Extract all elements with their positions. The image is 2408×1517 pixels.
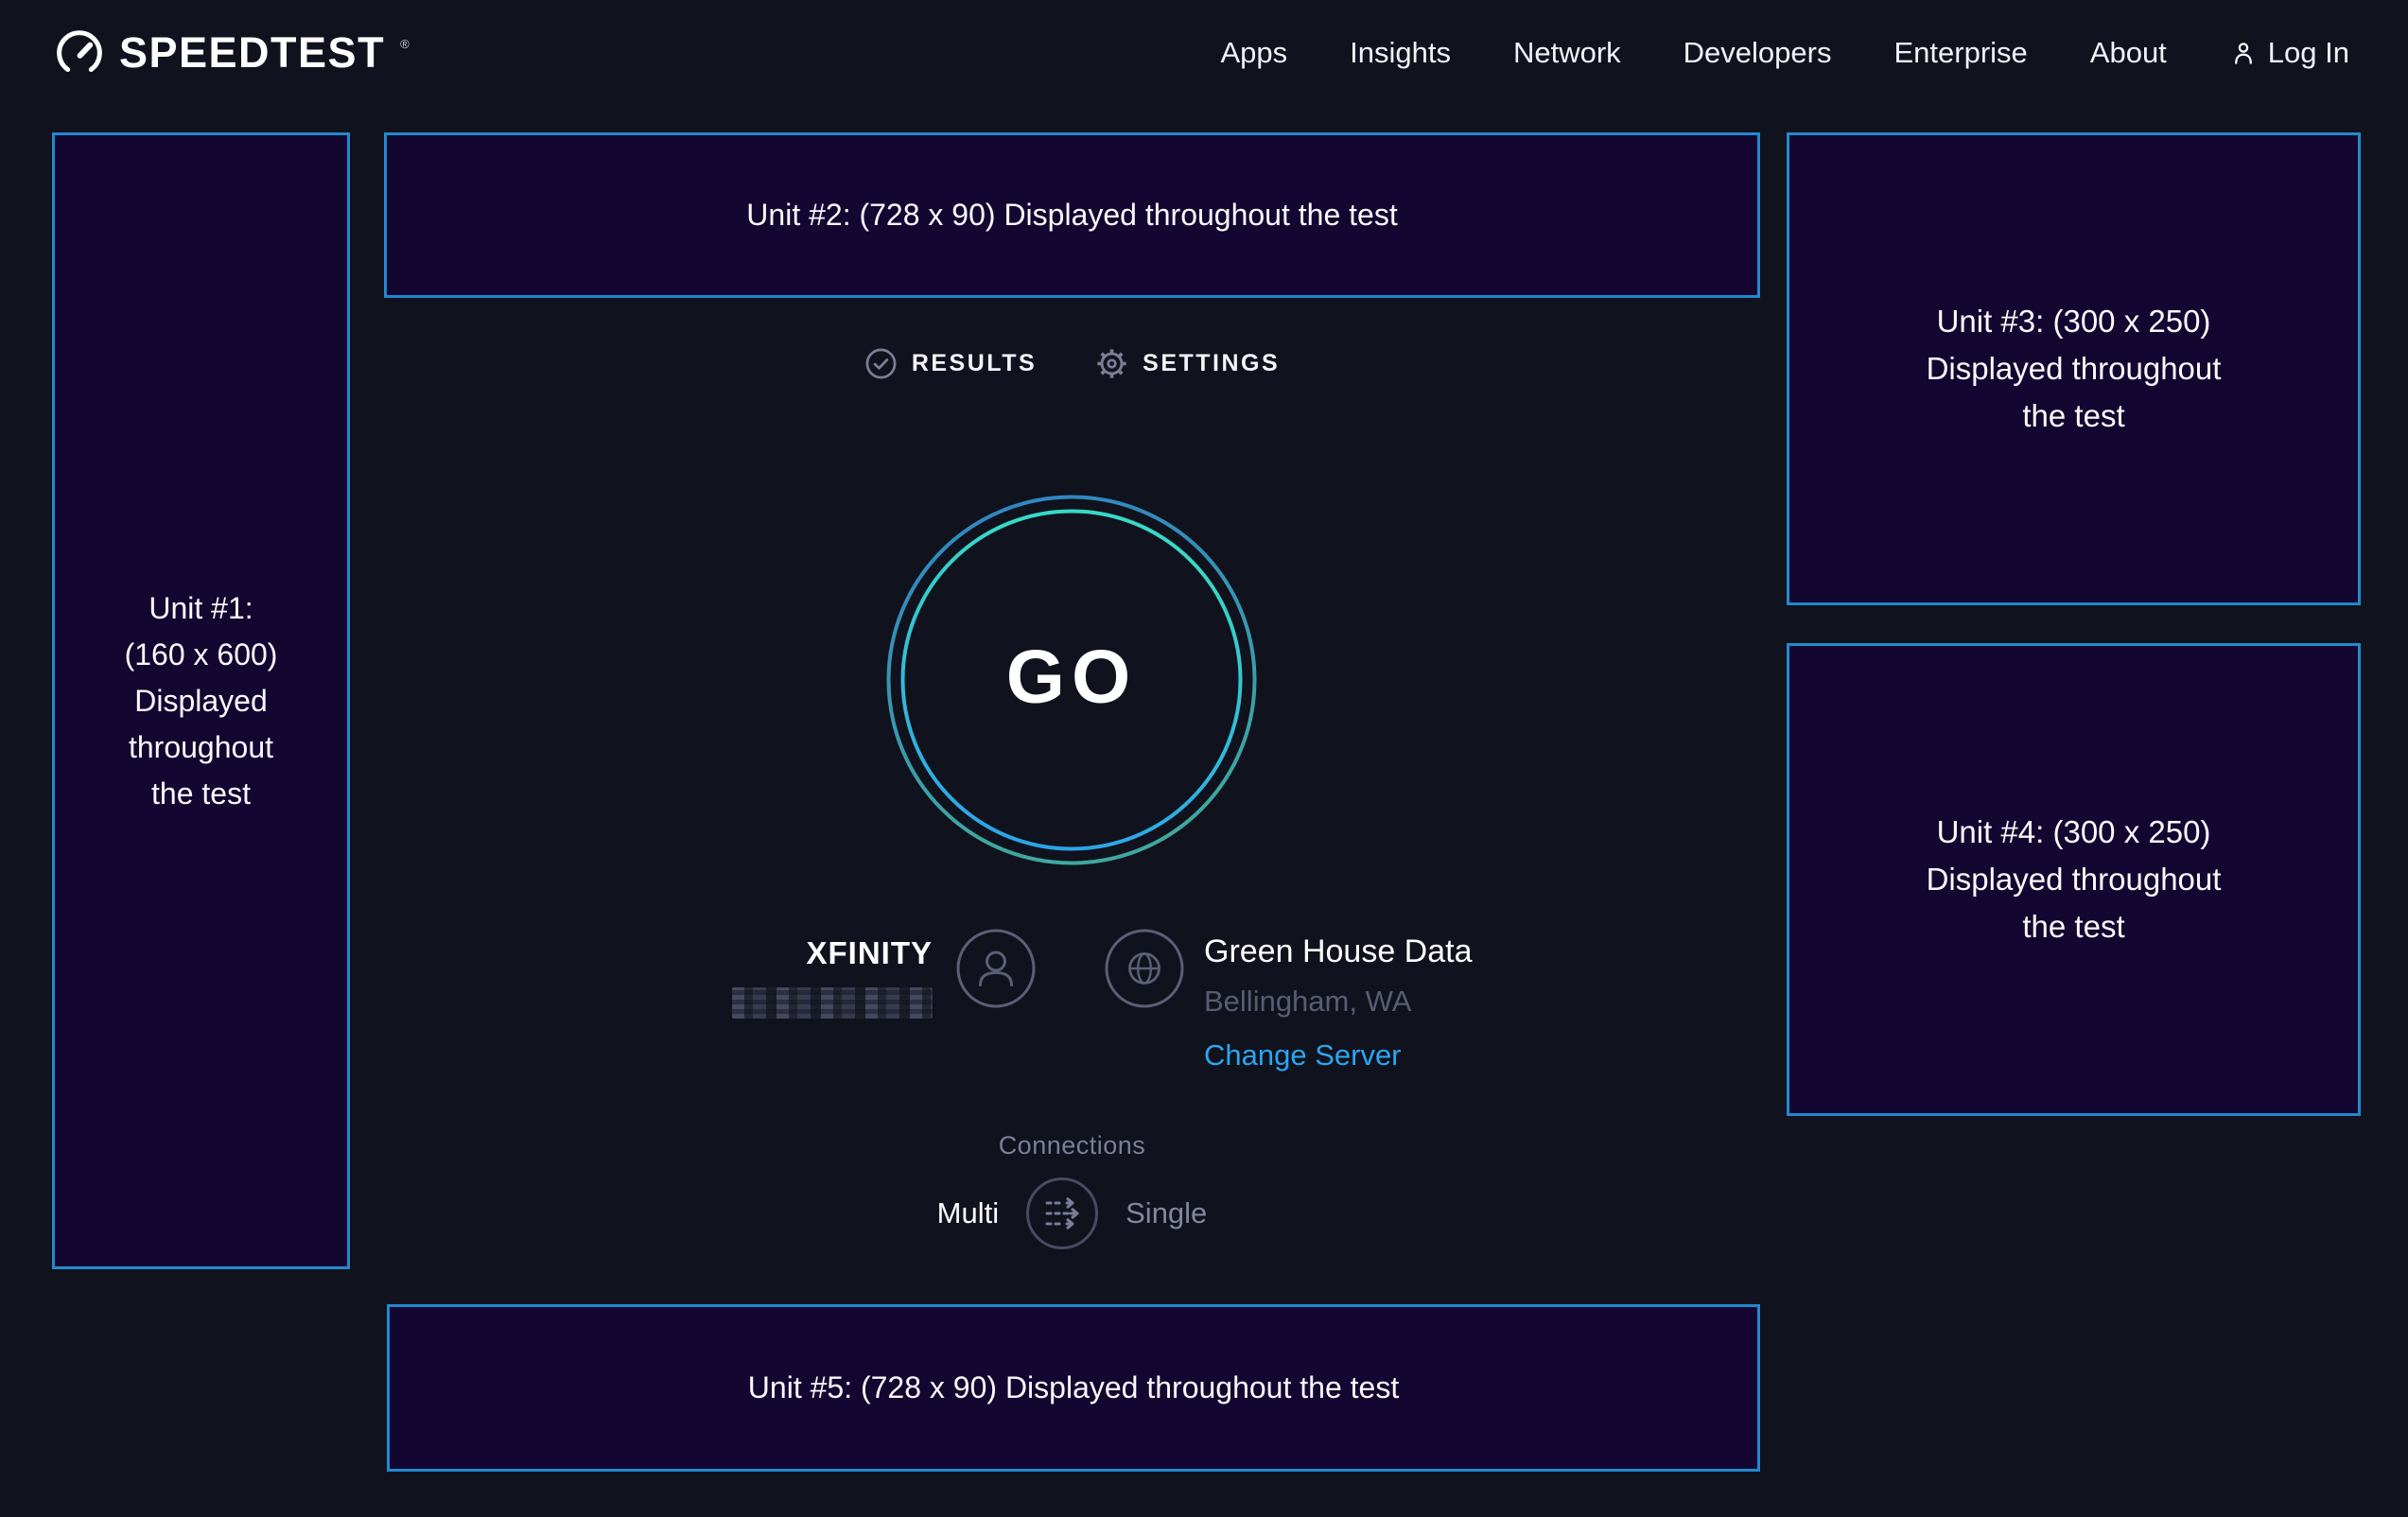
- tabs-row: RESULTS SETTINGS: [384, 347, 1760, 380]
- ad-unit-3[interactable]: Unit #3: (300 x 250) Displayed throughou…: [1787, 132, 2361, 605]
- nav-enterprise[interactable]: Enterprise: [1893, 36, 2027, 70]
- speedtest-page: SPEEDTEST ® Apps Insights Network Develo…: [0, 0, 2408, 1517]
- nav-about[interactable]: About: [2090, 36, 2167, 70]
- ad-text: Unit #5: (728 x 90) Displayed throughout…: [748, 1365, 1399, 1411]
- gear-icon: [1095, 347, 1128, 380]
- user-icon: [2229, 39, 2258, 67]
- nav-login[interactable]: Log In: [2229, 36, 2349, 70]
- server-globe-icon: [1104, 928, 1185, 1009]
- header: SPEEDTEST ® Apps Insights Network Develo…: [0, 0, 2408, 106]
- tab-results[interactable]: RESULTS: [864, 347, 1037, 380]
- go-button[interactable]: GO: [886, 495, 1257, 865]
- ad-text: throughout: [129, 724, 273, 771]
- server-block: Green House Data Bellingham, WA Change S…: [1104, 928, 1473, 1072]
- ad-text: the test: [151, 771, 251, 817]
- speedtest-logo[interactable]: SPEEDTEST ®: [54, 27, 410, 78]
- main-nav: Apps Insights Network Developers Enterpr…: [1220, 36, 2349, 70]
- login-label: Log In: [2268, 36, 2349, 70]
- nav-apps[interactable]: Apps: [1220, 36, 1287, 70]
- ad-text: the test: [2022, 903, 2124, 950]
- speedtest-gauge-icon: [54, 27, 105, 78]
- isp-text: XFINITY: [732, 935, 933, 1019]
- ad-text: the test: [2022, 392, 2124, 440]
- server-name: Green House Data: [1204, 933, 1473, 970]
- server-location: Bellingham, WA: [1204, 985, 1473, 1019]
- server-text: Green House Data Bellingham, WA Change S…: [1204, 933, 1473, 1072]
- redacted-ip-text: [732, 987, 933, 1019]
- ad-unit-2[interactable]: Unit #2: (728 x 90) Displayed throughout…: [384, 132, 1760, 298]
- connections-multi-label[interactable]: Multi: [937, 1196, 999, 1230]
- connections-toggle-row: Multi Single: [384, 1173, 1760, 1254]
- check-circle-icon: [864, 347, 898, 380]
- nav-developers[interactable]: Developers: [1684, 36, 1832, 70]
- logo-text: SPEEDTEST: [119, 28, 385, 78]
- connection-info: XFINITY Green House Data Bellingham, WA …: [384, 928, 1760, 1089]
- ad-unit-4[interactable]: Unit #4: (300 x 250) Displayed throughou…: [1787, 643, 2361, 1116]
- isp-user-icon: [955, 928, 1037, 1009]
- go-label: GO: [1006, 633, 1137, 720]
- ad-text: (160 x 600): [125, 632, 278, 678]
- multi-connections-icon[interactable]: [1024, 1176, 1100, 1251]
- nav-insights[interactable]: Insights: [1350, 36, 1451, 70]
- isp-block: XFINITY: [732, 928, 1037, 1019]
- logo-trademark: ®: [400, 37, 410, 51]
- ad-text: Unit #4: (300 x 250): [1937, 809, 2211, 856]
- ad-text: Displayed throughout: [1927, 345, 2222, 392]
- nav-network[interactable]: Network: [1513, 36, 1621, 70]
- connections-single-label[interactable]: Single: [1125, 1196, 1207, 1230]
- tab-settings[interactable]: SETTINGS: [1095, 347, 1280, 380]
- ad-text: Unit #1:: [148, 585, 253, 632]
- ad-text: Unit #3: (300 x 250): [1937, 298, 2211, 345]
- ad-text: Displayed throughout: [1927, 856, 2222, 903]
- connections-label: Connections: [384, 1131, 1760, 1160]
- isp-name: XFINITY: [732, 935, 933, 971]
- ad-unit-5[interactable]: Unit #5: (728 x 90) Displayed throughout…: [387, 1304, 1760, 1472]
- tab-results-label: RESULTS: [912, 350, 1037, 377]
- change-server-link[interactable]: Change Server: [1204, 1038, 1402, 1072]
- ad-text: Displayed: [134, 678, 268, 724]
- ad-text: Unit #2: (728 x 90) Displayed throughout…: [746, 192, 1397, 238]
- ad-unit-1[interactable]: Unit #1: (160 x 600) Displayed throughou…: [52, 132, 350, 1269]
- tab-settings-label: SETTINGS: [1143, 350, 1280, 377]
